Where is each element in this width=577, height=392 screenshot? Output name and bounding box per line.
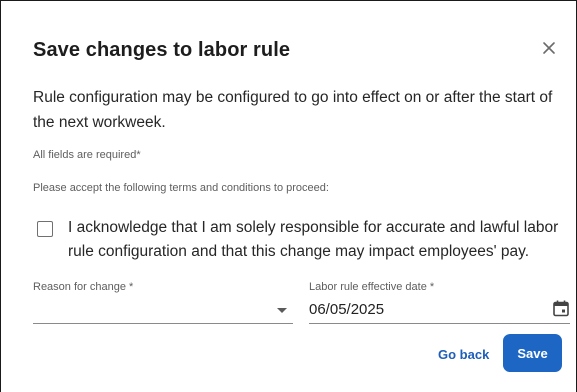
save-changes-dialog: Save changes to labor rule Rule configur… — [0, 0, 577, 392]
effective-date-value: 06/05/2025 — [309, 301, 385, 318]
save-button[interactable]: Save — [503, 334, 562, 372]
acknowledge-checkbox[interactable] — [37, 221, 53, 237]
terms-note: Please accept the following terms and co… — [33, 182, 329, 194]
go-back-button[interactable]: Go back — [438, 347, 489, 362]
effective-date-label: Labor rule effective date * — [309, 281, 435, 293]
reason-field-label: Reason for change * — [33, 281, 134, 293]
dropdown-arrow-icon — [277, 308, 287, 313]
reason-select[interactable] — [33, 297, 293, 324]
effective-date-input[interactable]: 06/05/2025 — [309, 297, 570, 324]
close-icon[interactable] — [539, 38, 559, 58]
dialog-description: Rule configuration may be configured to … — [33, 89, 553, 131]
dialog-title: Save changes to labor rule — [33, 39, 291, 61]
required-note: All fields are required* — [33, 149, 141, 161]
calendar-icon[interactable] — [552, 299, 570, 317]
acknowledge-label: I acknowledge that I am solely responsib… — [68, 219, 559, 260]
